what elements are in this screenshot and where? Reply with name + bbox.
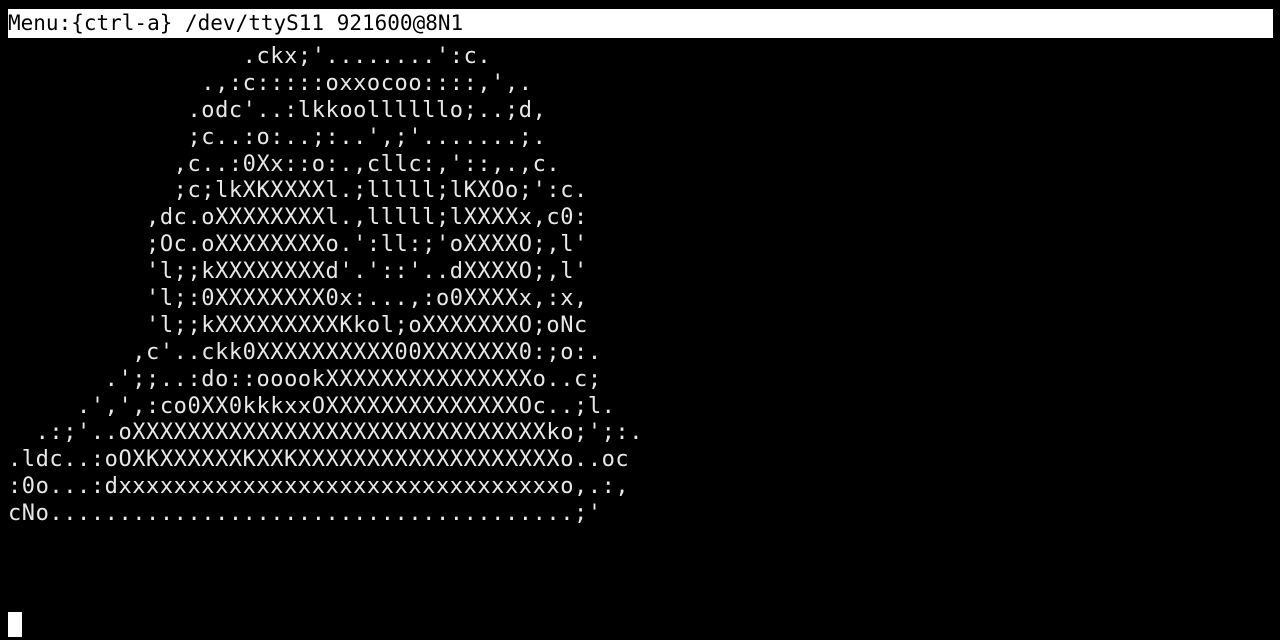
terminal-line: 'l;;kXXXXXXXXd'.'::'..dXXXXO;,l' [8, 259, 588, 285]
terminal-line: .odc'..:lkkoollllllo;..;d, [8, 97, 547, 123]
terminal-line: 'l;;kXXXXXXXXXKkol;oXXXXXXXO;oNc [8, 312, 588, 338]
terminal-line: .';;..:do::ooookXXXXXXXXXXXXXXXo..c; [8, 366, 602, 392]
terminal-line: ;c..:o:..;:..',;'.......;. [8, 124, 547, 150]
terminal-line: cNo.....................................… [8, 501, 602, 527]
text-cursor [8, 612, 22, 637]
terminal-line: :0o...:dxxxxxxxxxxxxxxxxxxxxxxxxxxxxxxxx… [8, 474, 630, 500]
terminal-line: ,c..:0Xx::o:.,cllc:,'::,.,c. [8, 151, 561, 177]
terminal-line: 'l;:0XXXXXXXX0x:...,:o0XXXXx,:x, [8, 286, 588, 312]
terminal-line: ;Oc.oXXXXXXXXo.':ll:;'oXXXXO;,l' [8, 232, 588, 258]
terminal-line: .ckx;'........':c. [8, 44, 492, 69]
terminal-line: .',',:co0XX0kkkxxOXXXXXXXXXXXXXXOc..;l. [8, 393, 616, 419]
terminal-line: ;c;lkXKXXXXl.;lllll;lKXOo;':c. [8, 178, 588, 204]
terminal-line: .ldc..:oOXKXXXXXXKXXKXXXXXXXXXXXXXXXXXXX… [8, 447, 630, 473]
menu-status-bar: Menu:{ctrl-a} /dev/ttyS11 921600@8N1 [8, 9, 1273, 38]
terminal-line: ,dc.oXXXXXXXXl.,lllll;lXXXXx,c0: [8, 205, 588, 231]
terminal-line: .:;'..oXXXXXXXXXXXXXXXXXXXXXXXXXXXXXXko;… [8, 420, 644, 446]
terminal-line: .,:c:::::oxxocoo::::,',. [8, 70, 533, 96]
terminal-window[interactable]: Menu:{ctrl-a} /dev/ttyS11 921600@8N1 .ck… [0, 0, 1280, 640]
terminal-line: ,c'..ckk0XXXXXXXXXX00XXXXXXX0:;o:. [8, 339, 602, 365]
terminal-output: .ckx;'........':c. .,:c:::::oxxocoo::::,… [8, 44, 643, 528]
